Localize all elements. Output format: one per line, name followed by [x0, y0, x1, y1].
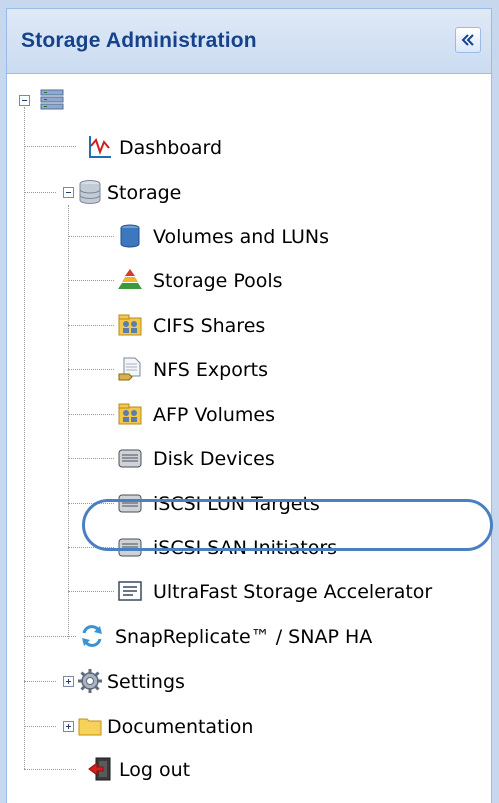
disk-icon	[118, 449, 142, 468]
tree-item-label: UltraFast Storage Accelerator	[153, 581, 433, 603]
storage-collapse-toggle[interactable]	[63, 187, 74, 198]
users-folder-icon	[118, 403, 142, 425]
documentation-expand-toggle[interactable]	[63, 721, 74, 732]
tree-item-label: AFP Volumes	[153, 404, 275, 426]
root-collapse-toggle[interactable]	[19, 95, 30, 106]
tree-item-storage-pools[interactable]: Storage Pools	[117, 262, 377, 298]
tree-item-snapreplicate[interactable]: SnapReplicate™ / SNAP HA	[79, 618, 429, 654]
tree-item-label: Documentation	[107, 716, 254, 738]
double-chevron-left-icon	[461, 34, 474, 46]
tree-item-label: CIFS Shares	[153, 315, 266, 337]
tree-item-settings[interactable]: Settings	[77, 663, 227, 699]
tree-item-volumes-and-luns[interactable]: Volumes and LUNs	[117, 218, 377, 254]
accelerator-list-icon	[118, 581, 142, 601]
pyramid-icon	[118, 269, 142, 289]
server-icon	[40, 89, 64, 110]
tree-root[interactable]	[35, 85, 69, 121]
gear-icon	[78, 669, 102, 693]
tree-item-logout[interactable]: Log out	[79, 751, 219, 787]
database-icon	[79, 180, 101, 204]
tree-item-cifs-shares[interactable]: CIFS Shares	[117, 307, 377, 343]
tree-item-label: Storage	[107, 182, 182, 204]
tree-item-afp-volumes[interactable]: AFP Volumes	[117, 396, 377, 432]
tree-item-dashboard[interactable]: Dashboard	[79, 129, 259, 165]
tree-item-label: Dashboard	[119, 137, 223, 159]
document-export-icon	[118, 357, 141, 381]
tree-item-label: Disk Devices	[153, 448, 275, 470]
navigation-tree: Dashboard Storage Volumes and LUNs Stora…	[7, 73, 491, 803]
tree-item-storage[interactable]: Storage	[77, 174, 227, 210]
tree-item-disk-devices[interactable]: Disk Devices	[117, 440, 377, 476]
refresh-arrows-icon	[82, 625, 102, 647]
tree-item-documentation[interactable]: Documentation	[77, 708, 297, 744]
folder-icon	[78, 718, 102, 736]
tree-item-label: Storage Pools	[153, 270, 283, 292]
tree-item-label: SnapReplicate™ / SNAP HA	[115, 626, 373, 648]
tree-item-label: Log out	[119, 759, 191, 781]
users-folder-icon	[118, 314, 142, 336]
settings-expand-toggle[interactable]	[63, 676, 74, 687]
tree-item-nfs-exports[interactable]: NFS Exports	[117, 351, 377, 387]
line-chart-icon	[89, 136, 111, 158]
storage-admin-panel: Storage Administration Dashboard Storage…	[6, 8, 492, 803]
tree-item-label: NFS Exports	[153, 359, 269, 381]
logout-door-icon	[88, 757, 111, 781]
tree-item-ultrafast-storage-accelerator[interactable]: UltraFast Storage Accelerator	[117, 573, 477, 609]
tree-item-label: Settings	[107, 671, 185, 693]
cylinder-icon	[120, 224, 140, 248]
panel-header: Storage Administration	[7, 9, 491, 74]
highlight-ring	[82, 499, 493, 551]
tree-item-label: Volumes and LUNs	[153, 226, 330, 248]
panel-title: Storage Administration	[21, 29, 257, 52]
collapse-panel-button[interactable]	[455, 27, 481, 53]
